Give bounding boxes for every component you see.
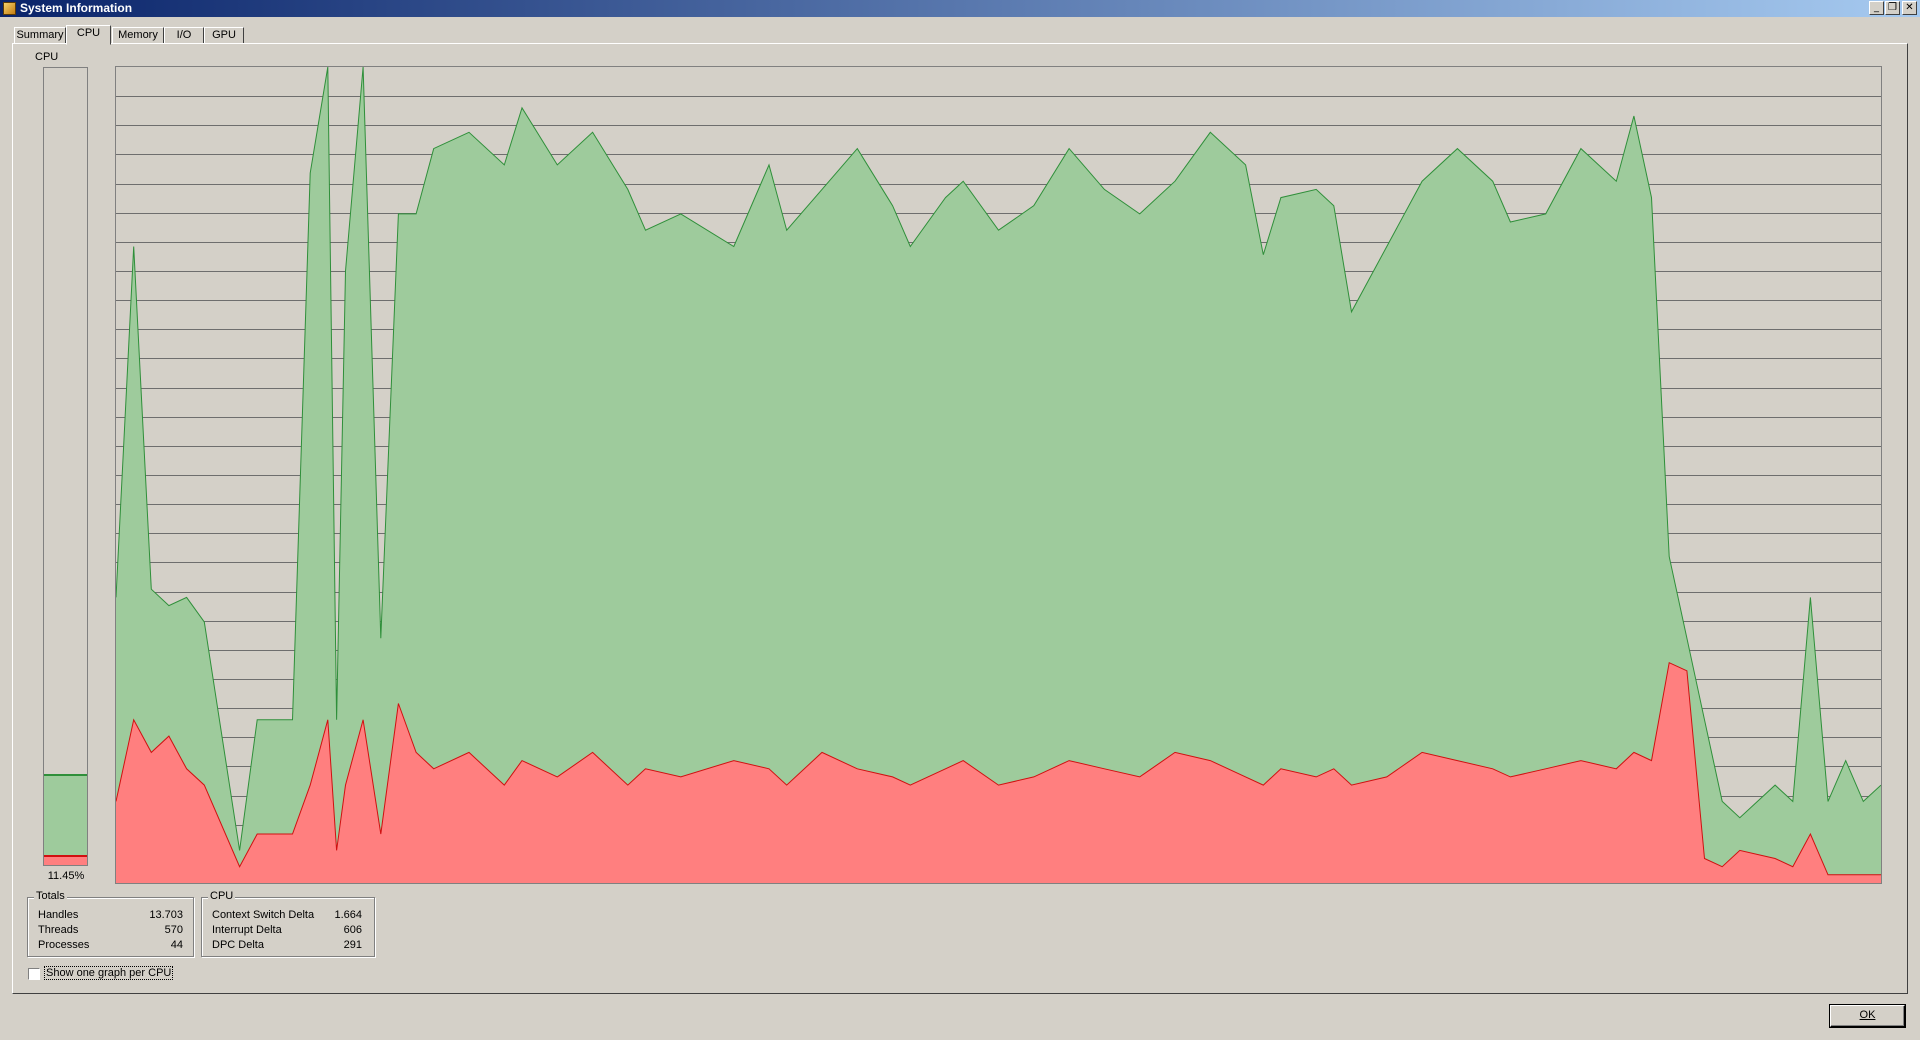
context-switch-value: 1.664 bbox=[334, 909, 362, 921]
processes-value: 44 bbox=[170, 939, 183, 951]
dpc-label: DPC Delta bbox=[212, 939, 264, 951]
ok-button[interactable]: OK bbox=[1829, 1004, 1906, 1028]
threads-value: 570 bbox=[164, 924, 183, 936]
handles-value: 13.703 bbox=[149, 909, 183, 921]
title-bar: System Information _ ❐ ✕ bbox=[0, 0, 1920, 17]
threads-label: Threads bbox=[38, 924, 79, 936]
cpu-usage-meter bbox=[43, 67, 88, 866]
ok-button-label: OK bbox=[1859, 1009, 1876, 1021]
graph-per-cpu-label[interactable]: Show one graph per CPU bbox=[44, 966, 174, 980]
tab-io[interactable]: I/O bbox=[164, 27, 204, 44]
interrupt-label: Interrupt Delta bbox=[212, 924, 282, 936]
minimize-icon[interactable]: _ bbox=[1869, 1, 1884, 15]
totals-group: Totals Handles 13.703 Threads 570 Proces… bbox=[27, 890, 194, 957]
totals-title: Totals bbox=[34, 890, 67, 902]
cpu-kernel-fill bbox=[44, 854, 87, 865]
processes-label: Processes bbox=[38, 939, 90, 951]
cpu-usage-value: 11.45% bbox=[47, 870, 85, 882]
window-title: System Information bbox=[20, 1, 133, 15]
handles-label: Handles bbox=[38, 909, 79, 921]
tab-gpu[interactable]: GPU bbox=[204, 27, 244, 44]
cpu-total-fill bbox=[44, 774, 87, 865]
close-icon[interactable]: ✕ bbox=[1902, 1, 1917, 15]
app-icon bbox=[3, 2, 16, 15]
cpu-stats-title: CPU bbox=[208, 890, 236, 902]
graph-per-cpu-checkbox[interactable] bbox=[28, 968, 40, 980]
interrupt-value: 606 bbox=[343, 924, 362, 936]
cpu-stats-group: CPU Context Switch Delta 1.664 Interrupt… bbox=[201, 890, 375, 957]
context-switch-label: Context Switch Delta bbox=[212, 909, 315, 921]
cpu-meter-label: CPU bbox=[35, 51, 59, 63]
tab-cpu[interactable]: CPU bbox=[66, 25, 111, 45]
cpu-history-graph bbox=[115, 66, 1882, 884]
dpc-value: 291 bbox=[343, 939, 362, 951]
cpu-history-chart bbox=[116, 67, 1881, 883]
tab-memory[interactable]: Memory bbox=[112, 27, 164, 44]
tab-summary[interactable]: Summary bbox=[14, 27, 66, 44]
restore-icon[interactable]: ❐ bbox=[1885, 1, 1900, 15]
